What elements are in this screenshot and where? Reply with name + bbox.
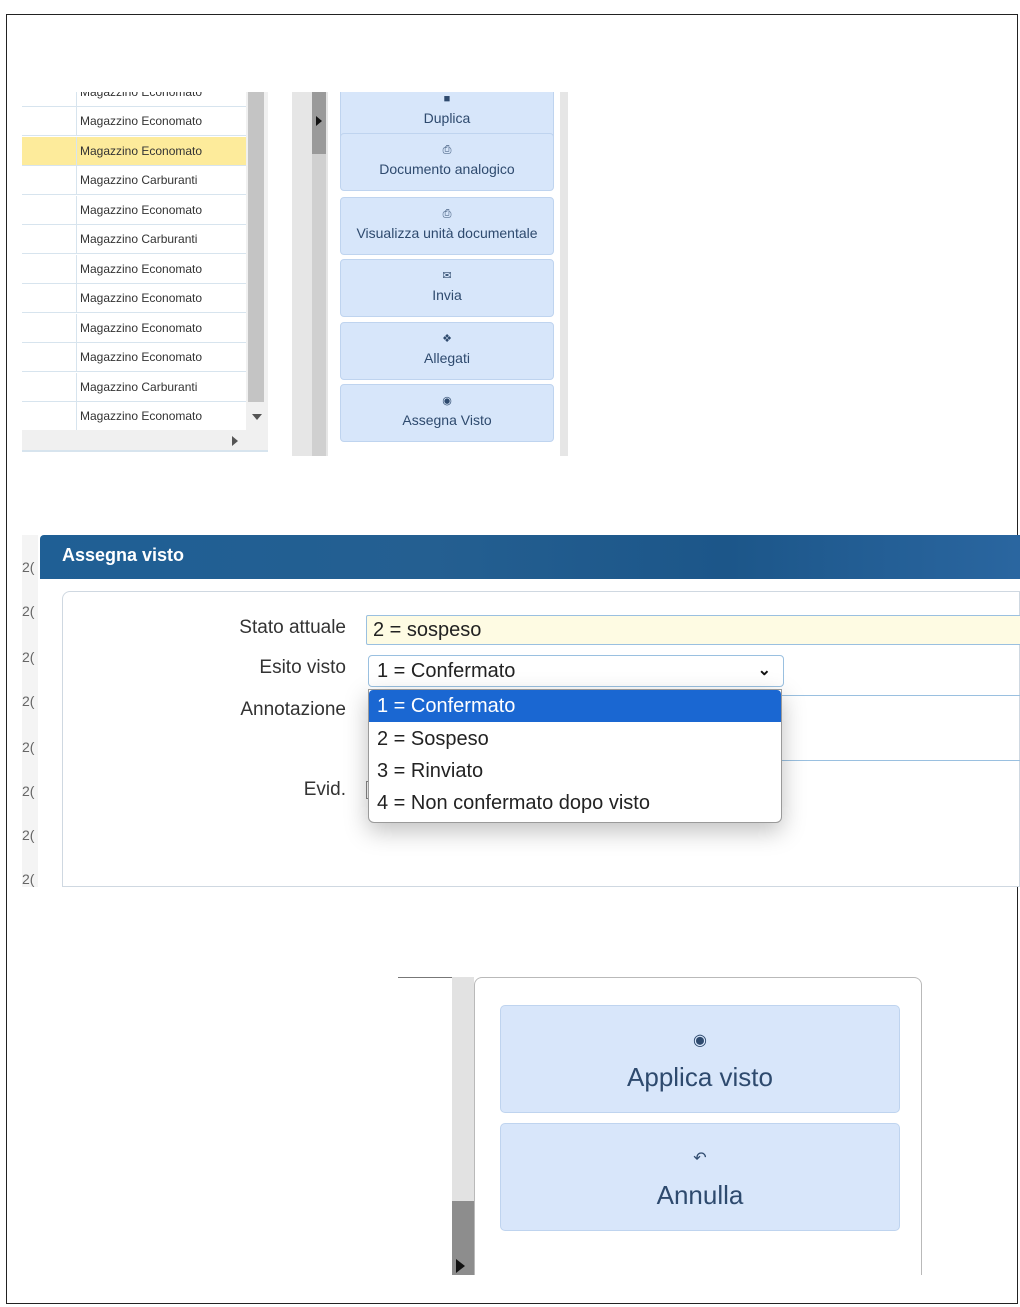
undo-arrow-icon: ↶: [693, 1150, 707, 1167]
list-item[interactable]: Magazzino Economato: [22, 107, 246, 136]
applica-visto-button[interactable]: ◉ Applica visto: [500, 1005, 900, 1113]
dialog-actions-crop: ◉ Applica visto ↶ Annulla: [398, 965, 954, 1275]
list-item-label: Magazzino Economato: [80, 92, 203, 99]
list-item-label: Magazzino Economato: [80, 409, 203, 423]
list-item[interactable]: Magazzino Carburanti: [22, 166, 246, 195]
annotazione-label: Annotazione: [240, 699, 346, 720]
expand-arrow-icon[interactable]: [316, 116, 322, 126]
list-item-label: Magazzino Carburanti: [80, 379, 198, 394]
dropdown-option[interactable]: 4 = Non confermato dopo visto: [369, 787, 781, 819]
list-item[interactable]: Magazzino Economato: [22, 402, 246, 431]
eye-icon: ◉: [442, 395, 452, 407]
list-item-label: Magazzino Economato: [80, 114, 203, 128]
panel-splitter[interactable]: [292, 92, 328, 456]
dialog-header[interactable]: Assegna visto: [40, 535, 1020, 579]
annulla-button[interactable]: ↶ Annulla: [500, 1123, 900, 1231]
document-list: Magazzino Economato Magazzino Economato M…: [22, 92, 268, 456]
list-item[interactable]: Magazzino Economato: [22, 313, 246, 343]
invia-button[interactable]: ✉ Invia: [340, 259, 554, 317]
list-horizontal-scrollbar[interactable]: [22, 430, 268, 450]
panel-splitter[interactable]: [452, 977, 474, 1275]
list-item-label: Magazzino Carburanti: [80, 173, 198, 187]
list-item[interactable]: Magazzino Economato: [22, 195, 246, 225]
background-grid-edge: 2( 2( 2( 2( 2( 2( 2( 2(: [22, 535, 38, 887]
list-item[interactable]: Magazzino Carburanti: [22, 372, 246, 402]
list-item-label: Magazzino Economato: [80, 143, 203, 158]
dialog-title: Assegna visto: [62, 545, 185, 565]
esito-visto-dropdown: 1 = Confermato 2 = Sospeso 3 = Rinviato …: [368, 689, 782, 823]
assegna-visto-button[interactable]: ◉ Assegna Visto: [340, 384, 554, 442]
scroll-down-arrow-icon[interactable]: [252, 414, 262, 420]
evid-label: Evid.: [303, 779, 346, 800]
allegati-button[interactable]: ❖ Allegati: [340, 322, 554, 380]
copy-icon: ■: [443, 93, 451, 105]
document-list-crop: Magazzino Economato Magazzino Economato M…: [22, 92, 568, 456]
actions-column: ■ Duplica ⎙ Documento analogico ⎙ Visual…: [332, 92, 568, 456]
expand-arrow-icon[interactable]: [456, 1259, 465, 1273]
list-vertical-scrollbar[interactable]: [246, 92, 268, 430]
chevron-down-icon: ⌄: [757, 662, 771, 679]
list-item[interactable]: Magazzino Economato: [22, 136, 246, 166]
scrollbar-thumb[interactable]: [248, 92, 264, 402]
annotazione-textarea[interactable]: [782, 695, 1020, 761]
print-icon: ⎙: [442, 208, 452, 220]
stato-attuale-field: 2 = sospeso: [366, 615, 1020, 645]
list-item-label: Magazzino Economato: [80, 291, 203, 305]
dropdown-option[interactable]: 3 = Rinviato: [369, 755, 781, 787]
print-icon: ⎙: [442, 144, 452, 156]
esito-visto-label: Esito visto: [259, 657, 346, 678]
envelope-icon: ✉: [442, 270, 452, 282]
list-item-label: Magazzino Economato: [80, 202, 203, 217]
list-item-label: Magazzino Carburanti: [80, 232, 198, 246]
documento-analogico-button[interactable]: ⎙ Documento analogico: [340, 133, 554, 191]
scroll-right-arrow-icon[interactable]: [232, 436, 238, 446]
list-item-label: Magazzino Economato: [80, 261, 203, 276]
assegna-visto-dialog-crop: 2( 2( 2( 2( 2( 2( 2( 2( Assegna visto St…: [22, 535, 1020, 887]
list-item-label: Magazzino Economato: [80, 320, 203, 335]
esito-visto-selected-value: 1 = Confermato: [377, 660, 516, 682]
list-item[interactable]: Magazzino Economato: [22, 343, 246, 372]
list-item[interactable]: Magazzino Carburanti: [22, 225, 246, 254]
list-item[interactable]: Magazzino Economato: [22, 254, 246, 284]
paperclip-icon: ❖: [442, 333, 452, 345]
list-item[interactable]: Magazzino Economato: [22, 284, 246, 313]
esito-visto-select[interactable]: 1 = Confermato ⌄: [368, 655, 784, 687]
list-item[interactable]: Magazzino Economato: [22, 92, 246, 107]
dropdown-option[interactable]: 1 = Confermato: [369, 690, 781, 722]
visualizza-unita-documentale-button[interactable]: ⎙ Visualizza unità documentale: [340, 197, 554, 255]
eye-icon: ◉: [693, 1032, 707, 1049]
dropdown-option[interactable]: 2 = Sospeso: [369, 723, 781, 755]
stato-attuale-label: Stato attuale: [239, 617, 346, 638]
list-item-label: Magazzino Economato: [80, 350, 203, 364]
